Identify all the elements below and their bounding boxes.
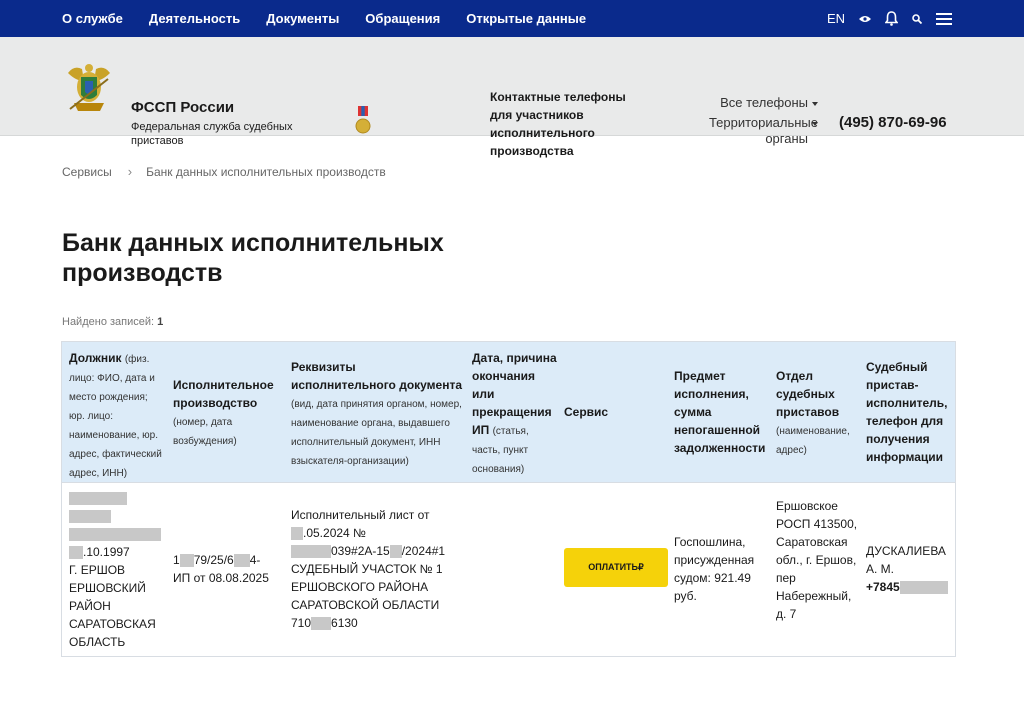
results-table: Должник (физ. лицо: ФИО, дата и место ро… xyxy=(61,341,956,657)
col-header-document-title: Реквизиты исполнительного документа xyxy=(291,360,463,392)
breadcrumb-services[interactable]: Сервисы xyxy=(62,165,112,179)
redacted-block xyxy=(69,528,161,542)
redacted-block xyxy=(291,527,303,541)
org-name[interactable]: ФССП России xyxy=(131,99,234,116)
document-number-suffix: /2024#1 xyxy=(401,544,446,558)
debtor-birthplace: Г. ЕРШОВ ЕРШОВСКИЙ РАЙОН САРАТОВСКАЯ ОБЛ… xyxy=(69,563,156,649)
nav-link-documents[interactable]: Документы xyxy=(266,11,339,26)
top-navigation: О службе Деятельность Документы Обращени… xyxy=(0,0,1024,37)
redacted-block xyxy=(179,554,194,568)
bailiff-name: ДУСКАЛИЕВА А. М. xyxy=(866,544,946,576)
breadcrumb-current: Банк данных исполнительных производств xyxy=(146,164,386,179)
records-found-count: 1 xyxy=(157,316,164,328)
col-header-subject: Предмет исполнения, сумма непогашенной з… xyxy=(674,369,766,455)
records-found-label: Найдено записей: xyxy=(62,316,155,328)
col-header-end: Дата, причина окончания или прекращения … xyxy=(472,349,558,478)
cell-bailiff: ДУСКАЛИЕВА А. М. +7845 xyxy=(866,542,956,596)
col-header-department-title: Отдел судебных приставов xyxy=(776,369,840,419)
col-header-end-title: Дата, причина окончания или прекращения … xyxy=(472,351,557,437)
nav-link-appeals[interactable]: Обращения xyxy=(365,11,440,26)
proceeding-part: 4- xyxy=(249,553,261,567)
cell-proceeding: 1 79/25/6 4- ИП от 08.08.2025 xyxy=(173,551,287,587)
proceeding-part: 1 xyxy=(173,553,180,567)
cell-document: Исполнительный лист от .05.2024 № 039#2А… xyxy=(291,506,467,632)
proceeding-part: 79/25/6 xyxy=(193,553,234,567)
language-switch[interactable]: EN xyxy=(827,11,845,26)
redacted-block xyxy=(899,581,948,595)
menu-icon[interactable] xyxy=(936,12,952,25)
medal-icon xyxy=(355,106,371,140)
col-header-document: Реквизиты исполнительного документа (вид… xyxy=(291,358,463,470)
document-date: .05.2024 № xyxy=(303,526,366,540)
col-header-document-note: (вид, дата принятия органом, номер, наим… xyxy=(291,399,462,467)
contacts-title: Контактные телефоны для участников испол… xyxy=(490,90,626,158)
pay-button[interactable]: ОПЛАТИТЬ₽ xyxy=(564,548,668,587)
nav-link-about[interactable]: О службе xyxy=(62,11,123,26)
table-row: .10.1997 Г. ЕРШОВ ЕРШОВСКИЙ РАЙОН САРАТО… xyxy=(62,482,955,656)
cell-subject: Госпошлина, присужденная судом: 921.49 р… xyxy=(674,535,755,603)
col-header-proceeding: Исполнительное производство (номер, дата… xyxy=(173,376,281,450)
col-header-department-note: (наименование, адрес) xyxy=(776,426,850,456)
redacted-block xyxy=(311,617,332,631)
col-header-debtor: Должник (физ. лицо: ФИО, дата и место ро… xyxy=(69,349,164,482)
page-title: Банк данных исполнительных производств xyxy=(62,229,444,287)
table-header: Должник (физ. лицо: ФИО, дата и место ро… xyxy=(62,342,955,482)
col-header-service: Сервис xyxy=(564,405,609,419)
redacted-block xyxy=(69,510,111,524)
nav-link-activity[interactable]: Деятельность xyxy=(149,11,240,26)
eye-icon[interactable] xyxy=(859,15,871,23)
col-header-bailiff: Судебный пристав-исполнитель, телефон дл… xyxy=(866,360,948,464)
phones-dropdowns: Все телефоны Территориальные органы xyxy=(690,95,818,147)
redacted-block xyxy=(389,545,402,559)
site-header: ФССП России Федеральная служба судебных … xyxy=(0,37,1024,158)
nav-tools: EN xyxy=(827,11,952,26)
document-inn-suffix: 6130 xyxy=(331,616,358,630)
cell-department: Ершовское РОСП 413500, Саратовская обл.,… xyxy=(776,499,858,621)
document-type: Исполнительный лист от xyxy=(291,508,430,522)
redacted-block xyxy=(291,545,331,559)
col-header-debtor-note: (физ. лицо: ФИО, дата и место рождения; … xyxy=(69,354,162,479)
document-inn: 710 xyxy=(291,616,312,630)
records-found: Найдено записей: 1 xyxy=(62,316,163,328)
territorial-dropdown[interactable]: Территориальные органы xyxy=(709,115,818,146)
col-header-proceeding-title: Исполнительное производство xyxy=(173,378,274,410)
nav-link-open-data[interactable]: Открытые данные xyxy=(466,11,586,26)
breadcrumb: Сервисы › Банк данных исполнительных про… xyxy=(62,164,386,179)
search-icon[interactable] xyxy=(912,13,922,24)
nav-links: О службе Деятельность Документы Обращени… xyxy=(62,11,586,26)
chevron-right-icon: › xyxy=(127,164,133,179)
proceeding-date: ИП от 08.08.2025 xyxy=(173,571,269,585)
fssp-emblem-logo[interactable] xyxy=(64,59,114,117)
debtor-birth-date: .10.1997 xyxy=(83,545,130,559)
bailiff-phone[interactable]: +7845 xyxy=(866,580,900,594)
org-full-name: Федеральная служба судебных приставов xyxy=(131,121,293,147)
redacted-block xyxy=(69,546,83,560)
main-phone[interactable]: (495) 870-69-96 xyxy=(839,114,947,131)
all-phones-dropdown[interactable]: Все телефоны xyxy=(720,95,818,110)
col-header-proceeding-note: (номер, дата возбуждения) xyxy=(173,417,237,447)
col-header-department: Отдел судебных приставов (наименование, … xyxy=(776,367,860,459)
redacted-block xyxy=(233,554,250,568)
document-issuer: СУДЕБНЫЙ УЧАСТОК № 1 ЕРШОВСКОГО РАЙОНА С… xyxy=(291,562,443,612)
bell-icon[interactable] xyxy=(885,11,898,26)
cell-debtor: .10.1997 Г. ЕРШОВ ЕРШОВСКИЙ РАЙОН САРАТО… xyxy=(69,489,169,651)
document-number: 039#2А-15 xyxy=(331,544,390,558)
col-header-debtor-title: Должник xyxy=(69,351,122,365)
redacted-block xyxy=(69,492,127,506)
